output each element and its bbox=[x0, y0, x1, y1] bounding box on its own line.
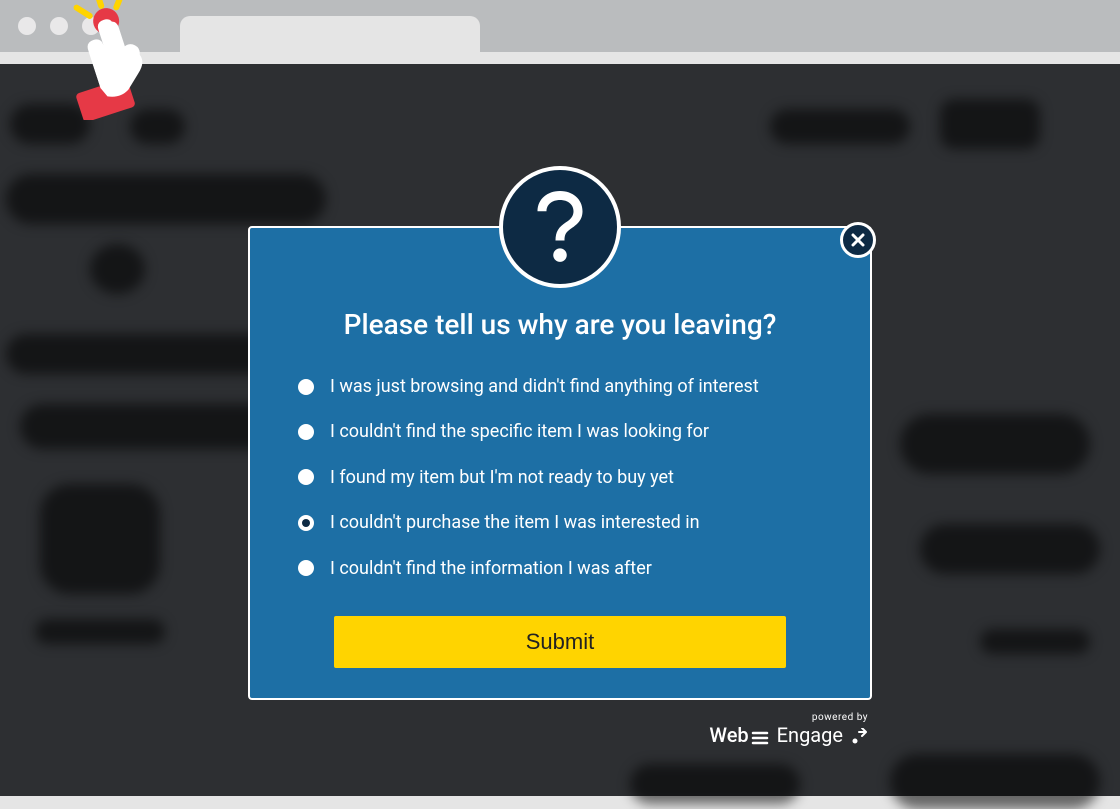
option-couldnt-find-info[interactable]: I couldn't find the information I was af… bbox=[298, 557, 822, 580]
question-mark-icon bbox=[499, 166, 621, 288]
option-label: I couldn't find the specific item I was … bbox=[330, 420, 709, 443]
radio-icon bbox=[298, 515, 314, 531]
option-label: I found my item but I'm not ready to buy… bbox=[330, 466, 674, 489]
radio-icon bbox=[298, 424, 314, 440]
brand-engage: Engage bbox=[777, 723, 843, 747]
browser-tab[interactable] bbox=[180, 16, 480, 52]
powered-by-prefix: powered by bbox=[248, 712, 868, 723]
radio-icon bbox=[298, 469, 314, 485]
window-minimize-dot[interactable] bbox=[50, 17, 68, 35]
submit-button[interactable]: Submit bbox=[334, 616, 786, 668]
brand-web: Web bbox=[709, 723, 748, 747]
radio-icon bbox=[298, 560, 314, 576]
exit-intent-modal: Please tell us why are you leaving? I wa… bbox=[248, 226, 872, 700]
option-not-ready-to-buy[interactable]: I found my item but I'm not ready to buy… bbox=[298, 466, 822, 489]
window-close-dot[interactable] bbox=[18, 17, 36, 35]
powered-by-branding: powered by Web Engage bbox=[248, 712, 872, 747]
option-browsing[interactable]: I was just browsing and didn't find anyt… bbox=[298, 375, 822, 398]
options-list: I was just browsing and didn't find anyt… bbox=[298, 375, 822, 580]
window-maximize-dot[interactable] bbox=[82, 17, 100, 35]
option-label: I couldn't find the information I was af… bbox=[330, 557, 652, 580]
browser-chrome bbox=[0, 0, 1120, 52]
option-label: I couldn't purchase the item I was inter… bbox=[330, 511, 700, 534]
window-controls bbox=[18, 17, 100, 35]
modal-overlay: Please tell us why are you leaving? I wa… bbox=[0, 64, 1120, 796]
modal-title: Please tell us why are you leaving? bbox=[298, 308, 822, 341]
radio-icon bbox=[298, 379, 314, 395]
close-button[interactable] bbox=[840, 222, 876, 258]
url-bar bbox=[0, 52, 1120, 64]
option-label: I was just browsing and didn't find anyt… bbox=[330, 375, 759, 398]
option-couldnt-find-item[interactable]: I couldn't find the specific item I was … bbox=[298, 420, 822, 443]
option-couldnt-purchase[interactable]: I couldn't purchase the item I was inter… bbox=[298, 511, 822, 534]
